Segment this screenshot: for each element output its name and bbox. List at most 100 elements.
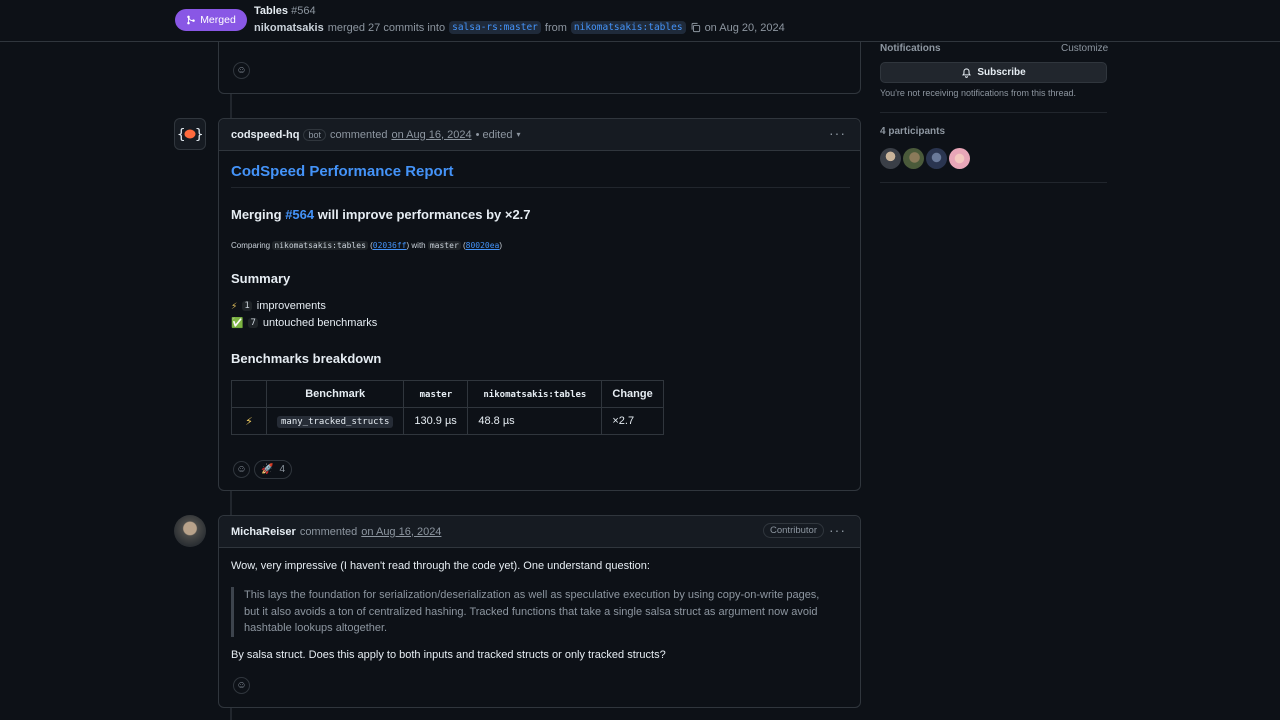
- summary-text: untouched benchmarks: [262, 317, 378, 329]
- lightning-icon: ⚡: [231, 300, 238, 311]
- change-cell: ×2.7: [601, 407, 664, 435]
- merging-suffix: will improve performances by ×2.7: [317, 207, 531, 222]
- commented-text: commented: [329, 128, 388, 141]
- timeline-line: [230, 708, 232, 720]
- table-header-cell: Benchmark: [265, 380, 405, 408]
- participant-avatar-3[interactable]: [926, 148, 947, 169]
- bot-label: bot: [303, 128, 326, 141]
- pr-link[interactable]: #564: [285, 207, 314, 222]
- table-header-cell: [231, 380, 267, 408]
- rocket-reaction[interactable]: 🚀 4: [254, 460, 293, 479]
- master-hash-link[interactable]: 80020ea: [466, 241, 500, 250]
- merge-icon: [187, 15, 195, 25]
- sticky-pr-header: Merged Tables #564 nikomatsakis merged 2…: [0, 0, 1280, 42]
- rocket-icon: 🚀: [261, 464, 274, 475]
- check-icon: ✅: [231, 317, 244, 329]
- copy-icon[interactable]: [690, 22, 701, 33]
- contributor-badge: Contributor: [763, 523, 824, 538]
- pr-number: #564: [291, 5, 316, 17]
- table-row: ⚡ many_tracked_structs 130.9 µs 48.8 µs …: [231, 407, 664, 435]
- notifications-label: Notifications: [880, 43, 941, 54]
- michareiser-avatar[interactable]: [174, 515, 206, 547]
- sidebar-divider: [880, 182, 1107, 183]
- head-branch[interactable]: nikomatsakis:tables: [570, 21, 686, 34]
- table-header-cell: nikomatsakis:tables: [467, 380, 603, 408]
- summary-count: 7: [248, 318, 258, 328]
- participant-avatar-4[interactable]: [949, 148, 970, 169]
- merged-text: merged 27 commits into: [327, 21, 446, 34]
- add-reaction-button[interactable]: ☺: [233, 677, 250, 694]
- commented-text: commented: [299, 525, 358, 538]
- participant-avatar-2[interactable]: [903, 148, 924, 169]
- comment-author[interactable]: MichaReiser: [231, 526, 296, 538]
- michareiser-comment-card: MichaReiser commented on Aug 16, 2024 Co…: [218, 515, 861, 708]
- comment-body-intro: Wow, very impressive (I haven't read thr…: [231, 560, 650, 572]
- summary-item: ✅ 7 untouched benchmarks: [231, 317, 377, 329]
- subscribe-note: You're not receiving notifications from …: [880, 88, 1076, 98]
- participant-avatar-1[interactable]: [880, 148, 901, 169]
- kebab-menu-icon[interactable]: ···: [829, 523, 846, 537]
- reactions-bar: ☺ 🚀 4: [233, 460, 293, 479]
- header-code: nikomatsakis:tables: [483, 390, 587, 400]
- branch-cell: 48.8 µs: [467, 407, 603, 435]
- timeline-line: [230, 94, 232, 118]
- comment-author[interactable]: codspeed-hq: [231, 129, 299, 141]
- benchmark-cell: many_tracked_structs: [265, 407, 405, 435]
- codspeed-avatar[interactable]: {}: [174, 118, 206, 150]
- summary-text: improvements: [256, 300, 326, 312]
- table-header-cell: master: [403, 380, 469, 408]
- codspeed-logo-icon: {}: [177, 127, 203, 143]
- comparing-hash-link[interactable]: 02036ff: [373, 241, 407, 250]
- timeline-line: [230, 491, 232, 515]
- summary-count: 1: [242, 301, 252, 311]
- with-label: with: [411, 241, 426, 250]
- sidebar-divider: [880, 112, 1107, 113]
- master-branch: master: [427, 241, 461, 250]
- pr-author-link[interactable]: nikomatsakis: [254, 22, 324, 34]
- benchmark-table: Benchmark master nikomatsakis:tables Cha…: [231, 380, 664, 435]
- summary-heading: Summary: [231, 271, 291, 286]
- subscribe-button[interactable]: Subscribe: [880, 62, 1107, 83]
- merged-badge: Merged: [175, 9, 247, 31]
- merging-prefix: Merging: [231, 207, 282, 222]
- participants-label: 4 participants: [880, 126, 946, 137]
- svg-text:}: }: [195, 127, 203, 143]
- from-text: from: [544, 21, 567, 34]
- heading-divider: [231, 187, 850, 188]
- comment-time[interactable]: on Aug 16, 2024: [361, 526, 441, 538]
- chevron-down-icon[interactable]: ▾: [516, 130, 520, 139]
- pr-title[interactable]: Tables #564: [254, 5, 316, 17]
- summary-item: ⚡ 1 improvements: [231, 300, 326, 312]
- reaction-count: 4: [279, 464, 286, 475]
- add-reaction-button[interactable]: ☺: [233, 461, 250, 478]
- comparing-line: Comparing nikomatsakis:tables (02036ff) …: [231, 241, 503, 250]
- comment-header: codspeed-hq bot commented on Aug 16, 202…: [219, 119, 860, 151]
- pr-title-text: Tables: [254, 5, 289, 17]
- svg-text:{: {: [177, 127, 185, 143]
- row-icon: ⚡: [231, 407, 267, 435]
- merging-heading: Merging #564 will improve performances b…: [231, 207, 531, 222]
- comparing-label: Comparing: [231, 241, 271, 250]
- comment-time[interactable]: on Aug 16, 2024: [391, 129, 471, 141]
- comment-header: MichaReiser commented on Aug 16, 2024 Co…: [219, 516, 860, 548]
- edited-dropdown[interactable]: • edited: [476, 129, 513, 141]
- master-cell: 130.9 µs: [403, 407, 469, 435]
- customize-link[interactable]: Customize: [1061, 43, 1108, 54]
- benchmark-name: many_tracked_structs: [277, 416, 394, 428]
- merge-date: on Aug 20, 2024: [704, 21, 785, 34]
- breakdown-heading: Benchmarks breakdown: [231, 351, 382, 366]
- report-title-link[interactable]: CodSpeed Performance Report: [231, 163, 454, 180]
- subscribe-label: Subscribe: [977, 67, 1026, 78]
- quoted-text: This lays the foundation for serializati…: [231, 587, 831, 637]
- table-header-cell: Change: [601, 380, 664, 408]
- comparing-branch: nikomatsakis:tables: [272, 241, 368, 250]
- bell-icon: [962, 68, 972, 78]
- pr-meta: nikomatsakis merged 27 commits into sals…: [254, 21, 785, 34]
- kebab-menu-icon[interactable]: ···: [829, 126, 846, 140]
- add-reaction-button[interactable]: ☺: [233, 62, 250, 79]
- base-branch[interactable]: salsa-rs:master: [449, 21, 541, 34]
- merged-badge-label: Merged: [200, 14, 236, 26]
- comment-body-question: By salsa struct. Does this apply to both…: [231, 649, 666, 661]
- codspeed-comment-card: codspeed-hq bot commented on Aug 16, 202…: [218, 118, 861, 491]
- table-header-row: Benchmark master nikomatsakis:tables Cha…: [231, 380, 664, 408]
